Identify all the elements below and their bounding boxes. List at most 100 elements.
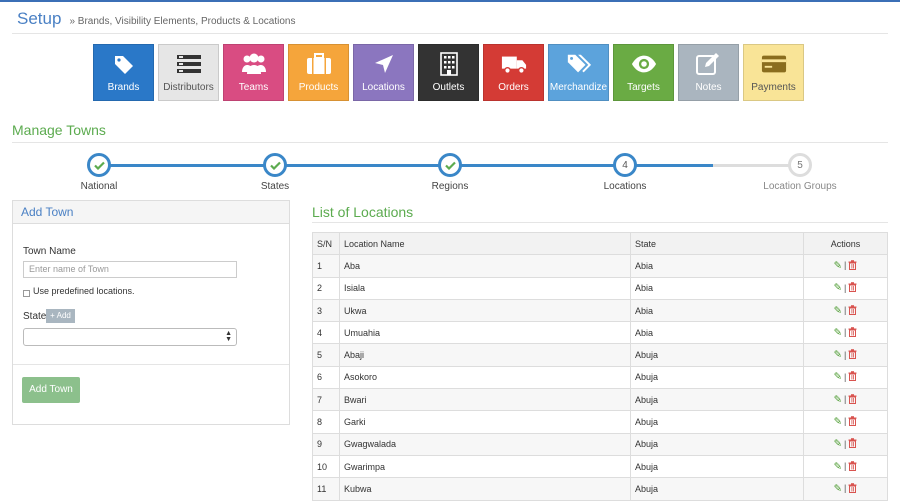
table-row: 11 Kubwa Abuja ✎ |	[312, 477, 888, 501]
trash-icon[interactable]	[848, 438, 857, 450]
cell-sn: 4	[312, 321, 340, 345]
tags-icon	[566, 53, 592, 75]
breadcrumb: Brands, Visibility Elements, Products & …	[69, 16, 296, 27]
step-label: Regions	[431, 181, 469, 192]
tile-label: Targets	[627, 82, 660, 93]
cell-state: Abuja	[630, 343, 804, 367]
table-row: 5 Abaji Abuja ✎ |	[312, 343, 888, 367]
town-name-label: Town Name	[23, 246, 76, 257]
section-title: Manage Towns	[12, 122, 106, 138]
state-select[interactable]: ▲ ▼	[23, 328, 237, 346]
column-header-state: State	[630, 231, 804, 256]
step-locations[interactable]: 4	[613, 153, 637, 177]
cell-sn: 7	[312, 388, 340, 412]
edit-icon	[695, 53, 722, 75]
edit-pencil-icon[interactable]: ✎	[834, 305, 842, 316]
edit-pencil-icon[interactable]: ✎	[834, 327, 842, 338]
step-regions[interactable]	[438, 153, 462, 177]
step-national[interactable]	[87, 153, 111, 177]
progress-steps: National States Regions 4 Locations 5 Location…	[0, 150, 900, 195]
trash-icon[interactable]	[848, 327, 857, 339]
cell-name: Gwagwalada	[339, 432, 631, 456]
trash-icon[interactable]	[848, 304, 857, 317]
edit-pencil-icon[interactable]: ✎	[834, 260, 842, 271]
step-location-groups[interactable]: 5	[788, 153, 812, 177]
trash-icon[interactable]	[848, 260, 857, 272]
list-title: List of Locations	[312, 204, 414, 220]
edit-pencil-icon[interactable]: ✎	[834, 394, 842, 405]
add-town-button[interactable]: Add Town	[22, 377, 80, 403]
town-name-input[interactable]: Enter name of Town	[23, 261, 237, 278]
trash-icon[interactable]	[848, 416, 857, 428]
edit-pencil-icon[interactable]: ✎	[834, 461, 842, 472]
edit-pencil-icon[interactable]: ✎	[834, 483, 842, 494]
edit-pencil-icon[interactable]: ✎	[834, 350, 842, 361]
panel-title: Add Town	[13, 201, 289, 224]
edit-pencil-icon[interactable]: ✎	[834, 439, 842, 450]
table-row: 2 Isiala Abia ✎ |	[312, 276, 888, 300]
tile-outlets[interactable]: Outlets	[418, 44, 479, 101]
tile-label: Notes	[695, 82, 722, 93]
step-states[interactable]	[263, 153, 287, 177]
cell-sn: 6	[312, 365, 340, 390]
cell-sn: 1	[312, 254, 340, 278]
action-separator: |	[844, 483, 847, 494]
action-separator: |	[844, 349, 847, 360]
tile-distributors[interactable]: Distributors	[158, 44, 219, 101]
location-arrow-icon	[371, 53, 397, 75]
check-icon	[444, 161, 456, 170]
cell-sn: 9	[312, 432, 340, 456]
cell-actions: ✎ |	[803, 365, 888, 390]
credit-card-icon	[761, 53, 787, 75]
cell-actions: ✎ |	[803, 276, 888, 300]
edit-pencil-icon[interactable]: ✎	[834, 416, 842, 427]
top-accent-bar	[0, 0, 900, 2]
cell-name: Aba	[339, 254, 631, 278]
cell-sn: 8	[312, 410, 340, 434]
action-separator: |	[844, 260, 847, 271]
action-separator: |	[844, 394, 847, 405]
trash-icon[interactable]	[848, 282, 857, 294]
divider	[13, 364, 289, 365]
cell-state: Abia	[630, 298, 804, 323]
tile-payments[interactable]: Payments	[743, 44, 804, 101]
trash-icon[interactable]	[848, 393, 857, 406]
trash-icon[interactable]	[848, 371, 857, 383]
action-separator: |	[844, 282, 847, 293]
table-row: 1 Aba Abia ✎ |	[312, 254, 888, 278]
action-separator: |	[844, 327, 847, 338]
cell-sn: 2	[312, 276, 340, 300]
trash-icon[interactable]	[848, 483, 857, 495]
tile-label: Merchandize	[549, 82, 608, 93]
cell-actions: ✎ |	[803, 410, 888, 434]
cell-state: Abuja	[630, 454, 804, 479]
cell-actions: ✎ |	[803, 477, 888, 501]
edit-pencil-icon[interactable]: ✎	[834, 283, 842, 294]
predefined-checkbox[interactable]	[23, 290, 30, 297]
tile-orders[interactable]: Orders	[483, 44, 544, 101]
tile-brands[interactable]: Brands	[93, 44, 154, 101]
cell-name: Asokoro	[339, 365, 631, 390]
briefcase-icon	[306, 53, 332, 75]
trash-icon[interactable]	[848, 349, 857, 361]
add-state-button[interactable]: + Add	[46, 309, 75, 323]
tile-products[interactable]: Products	[288, 44, 349, 101]
tile-teams[interactable]: Teams	[223, 44, 284, 101]
eye-icon	[631, 53, 657, 75]
divider	[312, 222, 888, 223]
trash-icon[interactable]	[848, 460, 857, 473]
cell-name: Kubwa	[339, 477, 631, 501]
tile-notes[interactable]: Notes	[678, 44, 739, 101]
tile-label: Products	[298, 82, 339, 93]
edit-pencil-icon[interactable]: ✎	[834, 372, 842, 383]
cell-actions: ✎ |	[803, 388, 888, 412]
cell-state: Abuja	[630, 432, 804, 456]
action-separator: |	[844, 416, 847, 427]
action-separator: |	[844, 371, 847, 382]
tile-label: Orders	[498, 82, 529, 93]
step-label: States	[260, 181, 290, 192]
tile-targets[interactable]: Targets	[613, 44, 674, 101]
tile-locations[interactable]: Locations	[353, 44, 414, 101]
page-header: Setup Brands, Visibility Elements, Produ…	[17, 9, 295, 29]
tile-merchandize[interactable]: Merchandize	[548, 44, 609, 101]
